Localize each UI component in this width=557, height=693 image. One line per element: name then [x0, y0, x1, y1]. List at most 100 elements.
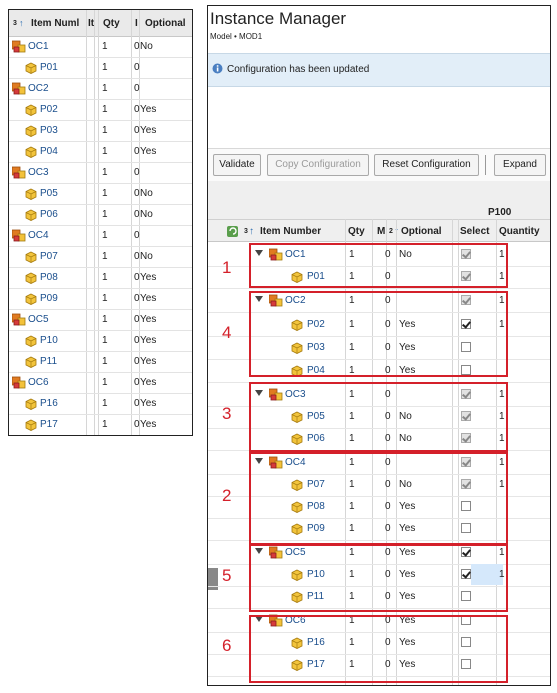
table-row[interactable]: P07 1 0 No	[9, 246, 192, 268]
optional-cell: Yes	[140, 125, 157, 136]
option-class-icon	[12, 376, 26, 389]
copy-configuration-button[interactable]: Copy Configuration	[267, 154, 369, 176]
option-class-icon	[12, 313, 26, 326]
table-row[interactable]: OC4 1 0	[9, 225, 192, 247]
col-item-number[interactable]: Item Numl	[31, 18, 79, 29]
optional-cell: Yes	[140, 419, 157, 430]
table-row[interactable]: P08 1 0 Yes	[9, 267, 192, 289]
item-number[interactable]: P03	[40, 125, 58, 136]
table-row[interactable]: OC3 1 0	[9, 162, 192, 184]
table-row[interactable]: P17 1 0 Yes	[9, 414, 192, 435]
item-number[interactable]: OC2	[28, 83, 49, 94]
item-number[interactable]: P04	[40, 146, 58, 157]
group-highlight-box	[249, 452, 508, 545]
part-icon	[25, 104, 37, 116]
item-number[interactable]: OC4	[28, 230, 49, 241]
table-row[interactable]: P06 1 0 No	[9, 204, 192, 226]
reset-configuration-button[interactable]: Reset Configuration	[374, 154, 479, 176]
table-row[interactable]: P09 1 0 Yes	[9, 288, 192, 310]
table-row[interactable]: P05 1 0 No	[9, 183, 192, 205]
item-number[interactable]: P07	[40, 251, 58, 262]
qty-cell: 1	[102, 104, 108, 115]
item-number[interactable]: P02	[40, 104, 58, 115]
im-cell: 0	[134, 293, 140, 304]
table-row[interactable]: OC5 1 0 Yes	[9, 309, 192, 331]
table-row[interactable]: OC1 1 0 No	[9, 36, 192, 58]
optional-cell: Yes	[140, 398, 157, 409]
refresh-icon[interactable]	[226, 224, 241, 238]
qty-cell: 1	[102, 188, 108, 199]
item-number[interactable]: P10	[40, 335, 58, 346]
im-cell: 0	[134, 251, 140, 262]
im-cell: 0	[134, 146, 140, 157]
part-icon	[25, 272, 37, 284]
col-qty[interactable]: Qty	[348, 226, 365, 237]
item-number[interactable]: P01	[40, 62, 58, 73]
optional-cell: No	[140, 188, 153, 199]
table-row[interactable]: P02 1 0 Yes	[9, 99, 192, 121]
im-cell: 0	[134, 209, 140, 220]
table-row[interactable]: P10 1 0 Yes	[9, 330, 192, 352]
item-number[interactable]: OC3	[28, 167, 49, 178]
col-qty[interactable]: Qty	[103, 18, 120, 29]
im-cell: 0	[134, 398, 140, 409]
group-highlight-box	[249, 615, 508, 683]
col-item-number[interactable]: Item Number	[260, 226, 321, 237]
item-number[interactable]: P11	[40, 356, 57, 367]
item-number[interactable]: OC6	[28, 377, 49, 388]
item-number[interactable]: P06	[40, 209, 58, 220]
table-row[interactable]: OC6 1 0 Yes	[9, 372, 192, 394]
col-optional[interactable]: Optional	[145, 18, 186, 29]
qty-cell: 1	[102, 293, 108, 304]
table-row[interactable]: P16 1 0 Yes	[9, 393, 192, 415]
optional-cell: Yes	[140, 356, 157, 367]
part-icon	[25, 146, 37, 158]
im-cell: 0	[134, 167, 140, 178]
item-number[interactable]: P16	[40, 398, 58, 409]
item-number[interactable]: P08	[40, 272, 58, 283]
item-number[interactable]: OC5	[28, 314, 49, 325]
item-number[interactable]: P09	[40, 293, 58, 304]
col-optional[interactable]: Optional	[401, 226, 442, 237]
validate-button[interactable]: Validate	[213, 154, 261, 176]
im-cell: 0	[134, 188, 140, 199]
qty-cell: 1	[102, 356, 108, 367]
optional-cell: Yes	[140, 293, 157, 304]
group-highlight-box	[249, 382, 508, 452]
group-header-p100: P100	[488, 207, 512, 218]
qty-cell: 1	[102, 419, 108, 430]
col-quantity[interactable]: Quantity	[499, 226, 540, 237]
table-row[interactable]: P03 1 0 Yes	[9, 120, 192, 142]
part-icon	[25, 125, 37, 137]
item-number[interactable]: OC1	[28, 41, 49, 52]
col-im[interactable]: I	[135, 18, 138, 29]
part-icon	[25, 356, 37, 368]
page-title: Instance Manager	[210, 9, 347, 28]
col-select[interactable]: Select	[460, 226, 489, 237]
optional-cell: No	[140, 209, 153, 220]
info-icon	[212, 63, 223, 74]
im-cell: 0	[134, 314, 140, 325]
option-class-icon	[12, 229, 26, 242]
part-icon	[25, 398, 37, 410]
table-row[interactable]: P01 1 0	[9, 57, 192, 79]
expand-button[interactable]: Expand	[494, 154, 546, 176]
item-number[interactable]: P05	[40, 188, 58, 199]
left-table-header: 3 ↑ Item Numl It Qty I Optional	[9, 10, 192, 37]
table-row[interactable]: OC2 1 0	[9, 78, 192, 100]
part-icon	[25, 419, 37, 431]
im-cell: 0	[134, 356, 140, 367]
qty-cell: 1	[102, 335, 108, 346]
item-number[interactable]: P17	[40, 419, 58, 430]
sort-up-icon: ↑	[249, 226, 254, 237]
table-row[interactable]: P04 1 0 Yes	[9, 141, 192, 163]
sort-up-icon: ↑	[19, 18, 24, 28]
qty-cell: 1	[102, 209, 108, 220]
group-number-label: 3	[222, 404, 232, 423]
im-cell: 0	[134, 125, 140, 136]
im-cell: 0	[134, 419, 140, 430]
table-row[interactable]: P11 1 0 Yes	[9, 351, 192, 373]
part-icon	[25, 209, 37, 221]
qty-cell: 1	[102, 377, 108, 388]
col-im[interactable]: M	[377, 226, 385, 237]
